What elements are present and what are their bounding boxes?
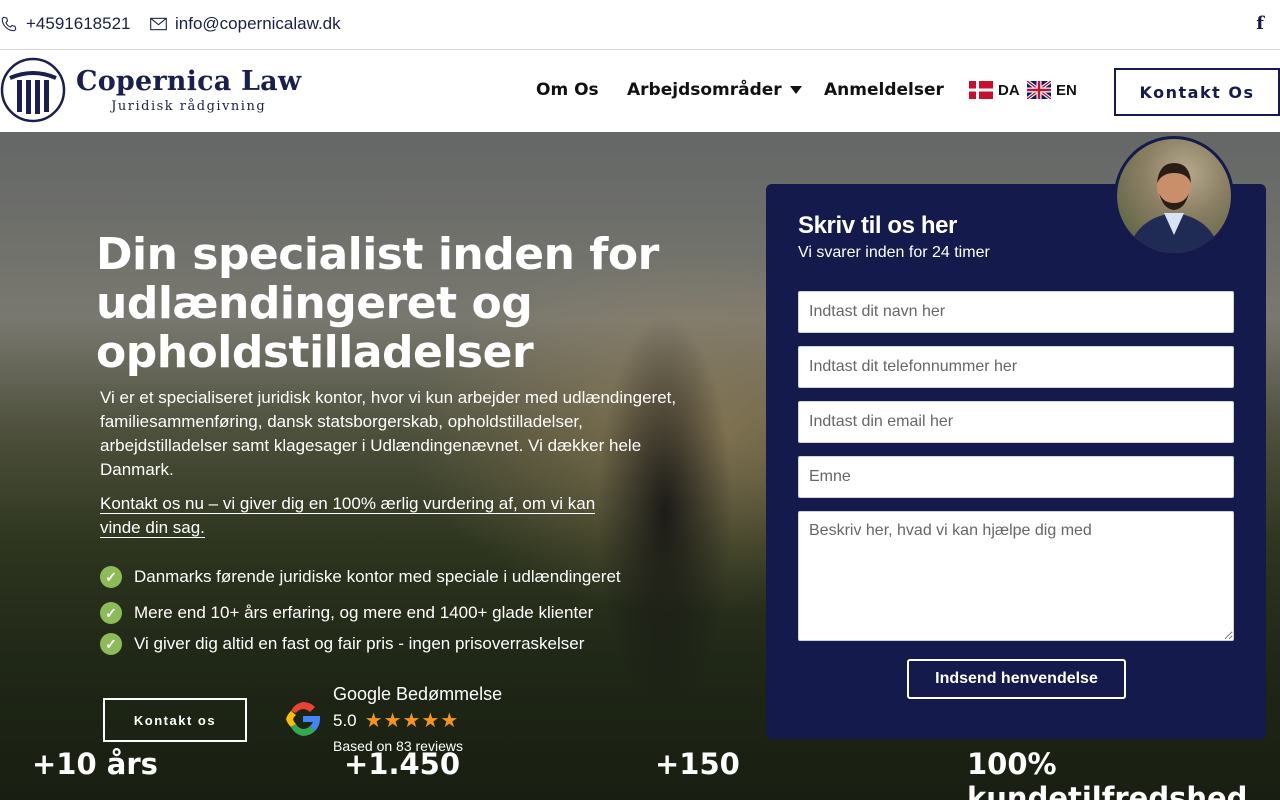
benefit-text: Danmarks førende juridiske kontor med sp…	[134, 567, 621, 586]
nav-om-os[interactable]: Om Os	[536, 80, 599, 100]
google-rating-row: 5.0 ★★★★★	[333, 708, 459, 733]
logo[interactable]: Copernica Law Juridisk rådgivning	[0, 54, 301, 126]
hero-section: Din specialist inden for udlændingeret o…	[0, 132, 1280, 800]
contact-button[interactable]: Kontakt Os	[1114, 68, 1280, 116]
logo-tagline: Juridisk rådgivning	[111, 99, 267, 114]
site-header: Copernica Law Juridisk rådgivning Om Os …	[0, 50, 1280, 132]
benefit-text: Mere end 10+ års erfaring, og mere end 1…	[134, 603, 594, 622]
check-circle-icon: ✓	[100, 602, 122, 624]
mail-icon	[150, 17, 167, 31]
email-input[interactable]	[798, 401, 1234, 443]
stat-satisfaction: 100% kundetilfredshed	[967, 747, 1248, 800]
pillar-logo-icon	[0, 57, 66, 123]
caret-down-icon	[789, 86, 802, 94]
stat-cases: +150	[655, 747, 740, 781]
submit-button[interactable]: Indsend henvendelse	[907, 659, 1126, 699]
google-g-icon	[286, 702, 320, 736]
stat-years: +10 års	[32, 747, 158, 781]
benefit-item: ✓ Vi giver dig altid en fast og fair pri…	[100, 633, 584, 655]
phone-link[interactable]: +4591618521	[0, 14, 130, 34]
phone-number: +4591618521	[26, 14, 131, 33]
benefit-text: Vi giver dig altid en fast og fair pris …	[134, 634, 585, 653]
nav-arbejdsomrader-label: Arbejdsområder	[627, 80, 782, 100]
hero-cta-link[interactable]: Kontakt os nu – vi giver dig en 100% ærl…	[100, 494, 596, 538]
lang-switch-da[interactable]: DA	[969, 81, 1020, 99]
person-portrait-icon	[1127, 163, 1221, 253]
hero-description: Vi er et specialiseret juridisk kontor, …	[100, 388, 677, 479]
star-rating-icon: ★★★★★	[364, 710, 460, 732]
email-address: info@copernicalaw.dk	[175, 14, 341, 33]
form-title: Skriv til os her	[798, 212, 957, 239]
lang-en-label: EN	[1056, 81, 1077, 99]
contact-form: Skriv til os her Vi svarer inden for 24 …	[766, 184, 1266, 739]
uk-flag-icon	[1027, 81, 1051, 99]
google-rating-title: Google Bedømmelse	[333, 684, 503, 704]
subject-input[interactable]	[798, 456, 1234, 498]
hero-cta-text[interactable]: Kontakt os nu – vi giver dig en 100% ærl…	[100, 492, 610, 540]
message-textarea[interactable]	[798, 511, 1234, 641]
stat-clients: +1.450	[344, 747, 461, 781]
phone-input[interactable]	[798, 346, 1234, 388]
hero-title: Din specialist inden for udlændingeret o…	[96, 229, 659, 378]
benefit-item: ✓ Danmarks førende juridiske kontor med …	[100, 566, 621, 588]
logo-name: Copernica Law	[76, 66, 302, 97]
benefit-item: ✓ Mere end 10+ års erfaring, og mere end…	[100, 602, 593, 624]
form-subtitle: Vi svarer inden for 24 timer	[798, 244, 990, 261]
nav-anmeldelser[interactable]: Anmeldelser	[824, 80, 944, 100]
danish-flag-icon	[969, 81, 993, 99]
name-input[interactable]	[798, 291, 1234, 333]
lang-da-label: DA	[998, 81, 1020, 99]
google-rating-value: 5.0	[333, 710, 357, 730]
check-circle-icon: ✓	[100, 566, 122, 588]
lawyer-avatar	[1114, 136, 1234, 256]
hero-contact-button[interactable]: Kontakt os	[103, 698, 247, 742]
lang-switch-en[interactable]: EN	[1027, 81, 1077, 99]
nav-arbejdsomrader[interactable]: Arbejdsområder	[627, 80, 802, 100]
phone-icon	[1, 16, 17, 32]
facebook-icon[interactable]: f	[1256, 13, 1264, 34]
email-link[interactable]: info@copernicalaw.dk	[150, 14, 341, 34]
check-circle-icon: ✓	[100, 633, 122, 655]
top-bar: +4591618521 info@copernicalaw.dk f	[0, 0, 1280, 50]
